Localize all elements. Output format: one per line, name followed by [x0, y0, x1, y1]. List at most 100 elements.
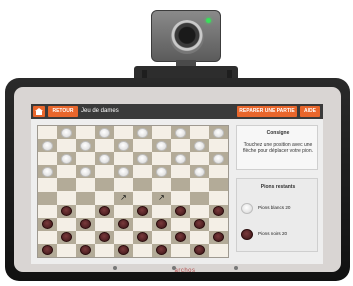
white-checker-piece[interactable] [213, 127, 224, 138]
white-checker-piece[interactable] [118, 140, 129, 151]
page-title: Jeu de dames [81, 108, 119, 114]
board-square [76, 231, 95, 244]
white-checker-piece[interactable] [80, 140, 91, 151]
home-icon-body [36, 111, 42, 115]
board-square [114, 126, 133, 139]
arrow-icon[interactable]: ↗ [158, 194, 166, 202]
board-square [152, 231, 171, 244]
instructions-text: Touchez une position avec une flèche pou… [242, 142, 314, 154]
white-checker-piece[interactable] [61, 153, 72, 164]
board-square [133, 218, 152, 231]
board-square[interactable] [95, 178, 114, 192]
white-checker-piece[interactable] [194, 140, 205, 151]
camera-lens [170, 20, 204, 54]
white-checker-piece[interactable] [137, 153, 148, 164]
board-square [190, 231, 209, 244]
instructions-title: Consigne [266, 130, 290, 136]
white-piece-icon [241, 203, 253, 214]
board-square [95, 192, 114, 205]
white-checker-piece[interactable] [42, 140, 53, 151]
board-square [152, 205, 171, 218]
board-square [190, 205, 209, 218]
black-piece-swatch [240, 227, 254, 241]
white-checker-piece[interactable] [137, 127, 148, 138]
board-square [95, 218, 114, 231]
board-square [133, 244, 152, 257]
board-square [114, 205, 133, 218]
white-checker-piece[interactable] [99, 127, 110, 138]
brand-logo: archos [174, 268, 196, 274]
white-checker-piece[interactable] [213, 153, 224, 164]
board-square[interactable] [76, 191, 95, 205]
camera-device [151, 10, 221, 62]
app-screen: RETOUR Jeu de dames REPARER UNE PARTIE A… [31, 104, 323, 264]
board-square [171, 192, 190, 205]
board-square [114, 231, 133, 244]
white-checker-piece[interactable] [99, 153, 110, 164]
board-square [190, 178, 209, 191]
board-square[interactable] [190, 191, 209, 205]
white-checker-piece[interactable] [194, 166, 205, 177]
board-square [152, 178, 171, 191]
home-button[interactable] [33, 106, 45, 117]
camera-led-indicator [206, 18, 211, 23]
white-checker-piece[interactable] [175, 127, 186, 138]
board-square [95, 165, 114, 178]
white-checker-piece[interactable] [156, 166, 167, 177]
white-checker-piece[interactable] [118, 166, 129, 177]
board-square [38, 126, 57, 139]
board-square [114, 152, 133, 165]
board-square [76, 178, 95, 191]
board-square [38, 152, 57, 165]
nav-dot [234, 266, 238, 270]
board-square [209, 165, 228, 178]
nav-dot [113, 266, 117, 270]
board-square [190, 126, 209, 139]
board-square[interactable] [38, 191, 57, 205]
board-square[interactable] [133, 178, 152, 192]
board-square [76, 152, 95, 165]
white-checker-piece[interactable] [175, 153, 186, 164]
top-toolbar: RETOUR Jeu de dames REPARER UNE PARTIE A… [31, 104, 323, 119]
board-square [171, 139, 190, 152]
board-square [57, 192, 76, 205]
board-square [209, 192, 228, 205]
board-square [57, 244, 76, 257]
checkers-board[interactable]: ↗ ↗ [37, 125, 229, 258]
white-checker-piece[interactable] [42, 166, 53, 177]
board-square [152, 152, 171, 165]
board-square [38, 178, 57, 191]
white-count-row: Pions blancs 20 [240, 201, 316, 217]
board-square [38, 205, 57, 218]
board-square [76, 205, 95, 218]
remaining-pieces-box: Pions restants Pions blancs 20 Pions noi… [236, 178, 318, 252]
board-square [171, 165, 190, 178]
nav-dot [172, 266, 176, 270]
arrow-icon[interactable]: ↗ [120, 194, 128, 202]
restart-game-button[interactable]: REPARER UNE PARTIE [237, 106, 297, 117]
board-square [190, 152, 209, 165]
board-square[interactable] [57, 178, 76, 192]
black-count-label: Pions noirs 20 [258, 231, 288, 236]
board-square [171, 218, 190, 231]
white-checker-piece[interactable] [61, 127, 72, 138]
white-checker-piece[interactable] [156, 140, 167, 151]
board-square [57, 218, 76, 231]
remaining-pieces-title: Pions restants [260, 184, 296, 190]
board-square [57, 139, 76, 152]
board-square[interactable] [209, 178, 228, 192]
back-button[interactable]: RETOUR [48, 106, 78, 117]
help-button[interactable]: AIDE [300, 106, 320, 117]
board-square [76, 126, 95, 139]
board-square [95, 244, 114, 257]
board-square[interactable] [171, 178, 190, 192]
white-checker-piece[interactable] [80, 166, 91, 177]
board-square [152, 126, 171, 139]
board-square [209, 139, 228, 152]
board-square [171, 244, 190, 257]
board-square [38, 231, 57, 244]
board-square [57, 165, 76, 178]
black-count-row: Pions noirs 20 [240, 227, 316, 243]
instructions-box: Consigne Touchez une position avec une f… [236, 125, 318, 170]
photo-scene: archos RETOUR Jeu de dames REPARER UNE P… [0, 0, 353, 286]
